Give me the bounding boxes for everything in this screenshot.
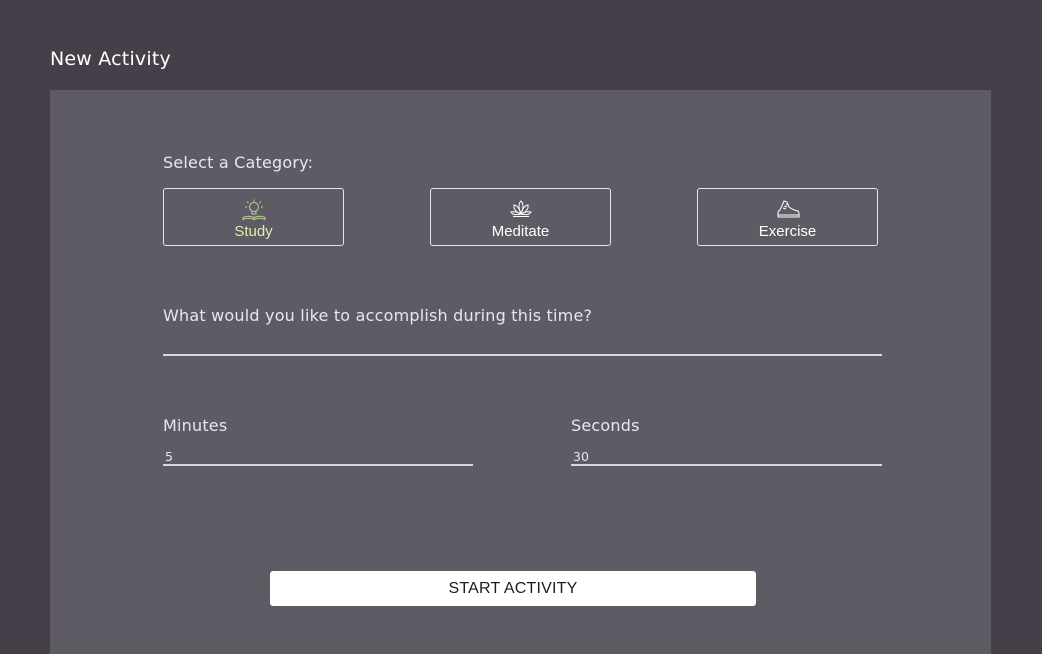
goal-input[interactable] [163, 326, 882, 352]
start-activity-button[interactable]: START ACTIVITY [270, 571, 756, 606]
goal-input-underline [163, 354, 882, 356]
minutes-input[interactable] [163, 447, 473, 465]
lotus-icon [509, 200, 532, 217]
minutes-label: Minutes [163, 416, 228, 435]
category-label: Select a Category: [163, 153, 314, 172]
seconds-label: Seconds [571, 416, 640, 435]
lightbulb-book-icon [242, 199, 265, 221]
category-exercise-label: Exercise [758, 223, 817, 240]
category-meditate-label: Meditate [491, 223, 550, 240]
category-study-button[interactable]: Study [163, 188, 344, 246]
seconds-input[interactable] [571, 447, 882, 465]
page-title: New Activity [50, 48, 171, 70]
category-exercise-button[interactable]: Exercise [697, 188, 878, 246]
seconds-input-underline [571, 464, 882, 466]
minutes-input-underline [163, 464, 473, 466]
category-study-label: Study [234, 223, 273, 240]
category-meditate-button[interactable]: Meditate [430, 188, 611, 246]
sneaker-icon [777, 200, 799, 218]
activity-form-panel: Select a Category: Study Meditate Exerci… [50, 90, 991, 654]
goal-label: What would you like to accomplish during… [163, 306, 593, 325]
